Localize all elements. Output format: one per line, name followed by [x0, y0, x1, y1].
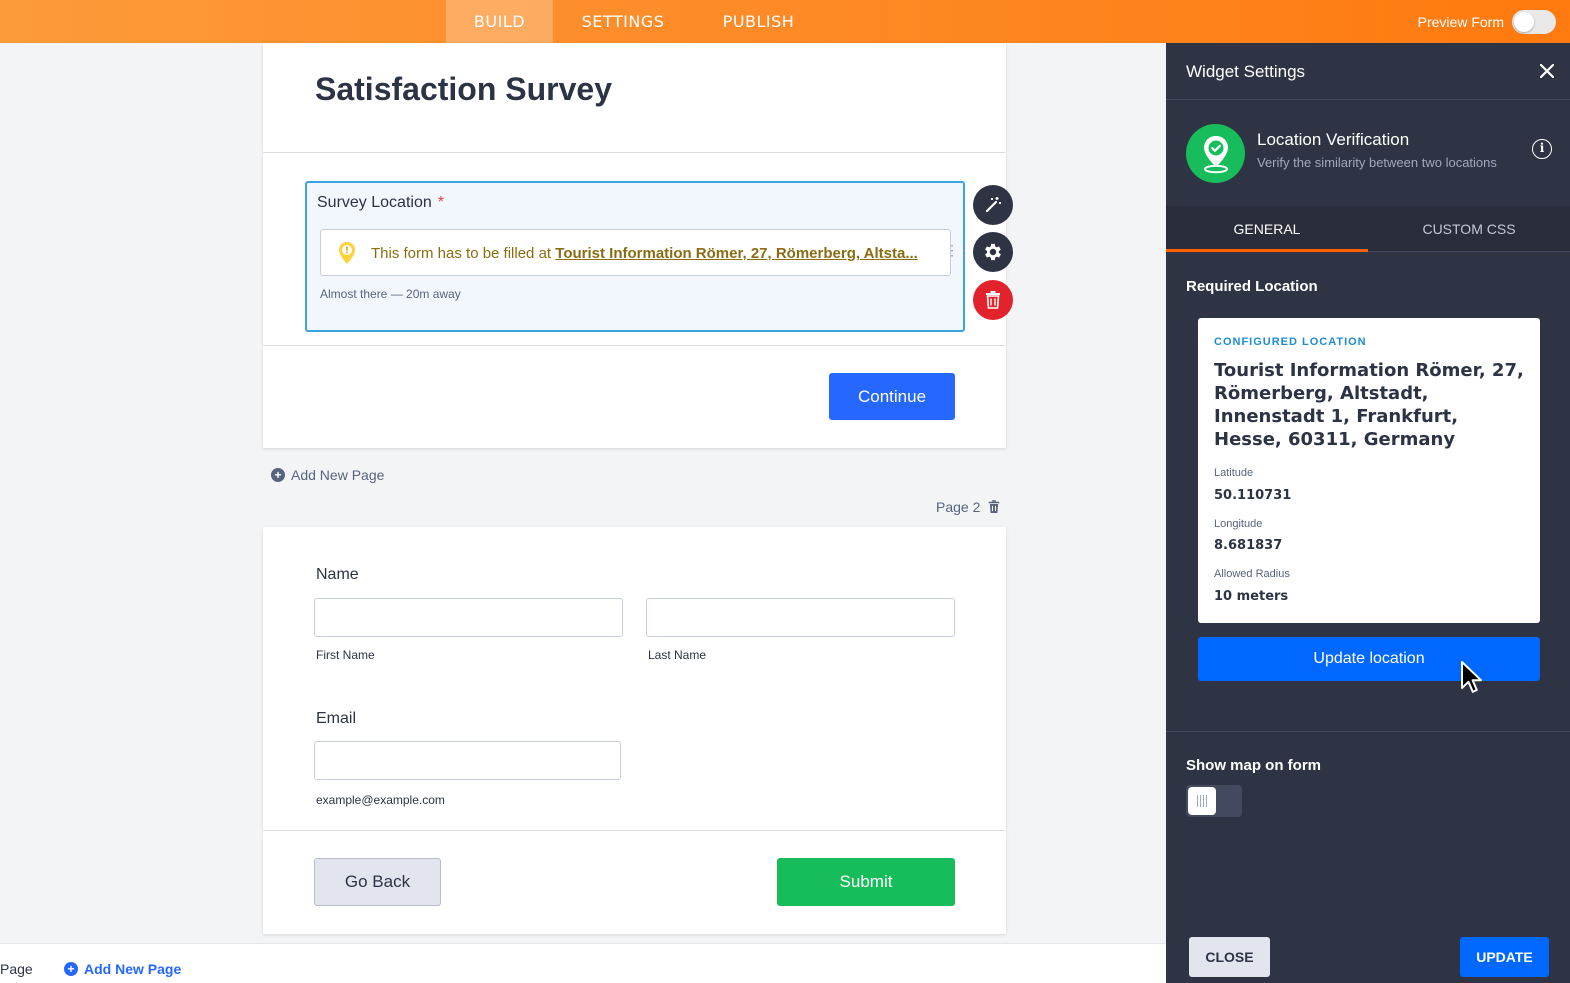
email-sublabel: example@example.com — [316, 793, 445, 807]
update-button[interactable]: UPDATE — [1460, 937, 1549, 977]
form-title[interactable]: Satisfaction Survey — [315, 71, 612, 108]
trash-icon[interactable] — [988, 500, 1000, 514]
add-new-page-label: Add New Page — [291, 467, 385, 483]
last-name-sublabel: Last Name — [648, 648, 707, 662]
location-status: Almost there — 20m away — [320, 287, 461, 301]
section-divider — [1166, 731, 1570, 732]
preview-form-toggle[interactable] — [1512, 10, 1556, 34]
continue-button[interactable]: Continue — [829, 373, 955, 420]
required-location-title: Required Location — [1186, 278, 1318, 295]
page-2-indicator: Page 2 — [936, 499, 1000, 515]
location-message: This form has to be filled at Tourist In… — [371, 245, 918, 262]
last-name-input[interactable] — [646, 598, 955, 637]
name-label: Name — [316, 566, 359, 583]
page-2-card — [263, 527, 1006, 830]
location-pin-icon — [339, 242, 355, 264]
footer-add-new-page-label: Add New Page — [84, 961, 182, 977]
panel-header: Widget Settings — [1166, 43, 1570, 100]
location-message-bar: This form has to be filled at Tourist In… — [320, 229, 951, 276]
first-name-sublabel: First Name — [316, 648, 375, 662]
info-icon[interactable]: i — [1532, 139, 1552, 159]
show-map-toggle[interactable] — [1186, 785, 1242, 817]
location-link[interactable]: Tourist Information Römer, 27, Römerberg… — [555, 245, 918, 262]
close-icon[interactable] — [1540, 64, 1554, 78]
gear-icon — [985, 243, 1001, 261]
plus-circle-icon: + — [271, 468, 285, 482]
plus-circle-icon: + — [64, 962, 78, 976]
radius-value: 10 meters — [1214, 589, 1289, 604]
footer-add-new-page-link[interactable]: + Add New Page — [64, 961, 181, 977]
configured-location-card: CONFIGURED LOCATION Tourist Information … — [1198, 318, 1540, 623]
drag-handle-icon[interactable]: ⋮⋮ — [945, 243, 971, 257]
email-label: Email — [316, 710, 357, 727]
form-header-card: Satisfaction Survey — [263, 43, 1006, 152]
magic-wand-button[interactable] — [973, 185, 1013, 225]
survey-location-field[interactable]: Survey Location * This form has to be fil… — [305, 181, 971, 332]
latitude-label: Latitude — [1214, 467, 1254, 479]
field-settings-button[interactable] — [973, 232, 1013, 272]
close-button[interactable]: CLOSE — [1189, 937, 1270, 977]
configured-location-label: CONFIGURED LOCATION — [1214, 336, 1367, 348]
panel-tabs: GENERAL CUSTOM CSS — [1166, 206, 1570, 252]
delete-field-button[interactable] — [973, 280, 1013, 320]
preview-form-label: Preview Form — [1417, 14, 1504, 30]
panel-title: Widget Settings — [1186, 62, 1306, 81]
required-star: * — [437, 194, 444, 211]
show-map-title: Show map on form — [1186, 757, 1321, 774]
trash-icon — [986, 291, 1000, 309]
toggle-knob — [1514, 12, 1534, 32]
radius-label: Allowed Radius — [1214, 568, 1290, 580]
email-input[interactable] — [314, 741, 621, 780]
widget-name: Location Verification — [1257, 130, 1410, 149]
mouse-cursor-icon — [1461, 661, 1482, 693]
footer-page-tab[interactable]: Page — [0, 961, 33, 977]
tab-custom-css[interactable]: CUSTOM CSS — [1368, 206, 1570, 252]
first-name-input[interactable] — [314, 598, 623, 637]
widget-settings-panel: Widget Settings Location Verification Ve… — [1166, 43, 1570, 983]
tab-general[interactable]: GENERAL — [1166, 206, 1368, 252]
survey-location-label[interactable]: Survey Location * — [317, 194, 444, 212]
configured-address: Tourist Information Römer, 27, Römerberg… — [1214, 360, 1524, 450]
location-verification-icon — [1186, 124, 1245, 183]
page-2-label: Page 2 — [936, 499, 981, 515]
tab-settings[interactable]: SETTINGS — [563, 0, 683, 43]
latitude-value: 50.110731 — [1214, 488, 1292, 503]
longitude-label: Longitude — [1214, 518, 1263, 530]
tab-build[interactable]: BUILD — [446, 0, 553, 43]
longitude-value: 8.681837 — [1214, 538, 1283, 553]
tab-publish[interactable]: PUBLISH — [705, 0, 812, 43]
top-navbar: BUILD SETTINGS PUBLISH Preview Form — [0, 0, 1570, 43]
go-back-button[interactable]: Go Back — [314, 858, 441, 906]
update-location-button[interactable]: Update location — [1198, 637, 1540, 681]
toggle-knob — [1188, 787, 1216, 815]
magic-wand-icon — [985, 197, 1001, 213]
widget-description: Verify the similarity between two locati… — [1257, 155, 1497, 170]
submit-button[interactable]: Submit — [777, 858, 955, 906]
add-new-page-link[interactable]: + Add New Page — [271, 467, 384, 483]
